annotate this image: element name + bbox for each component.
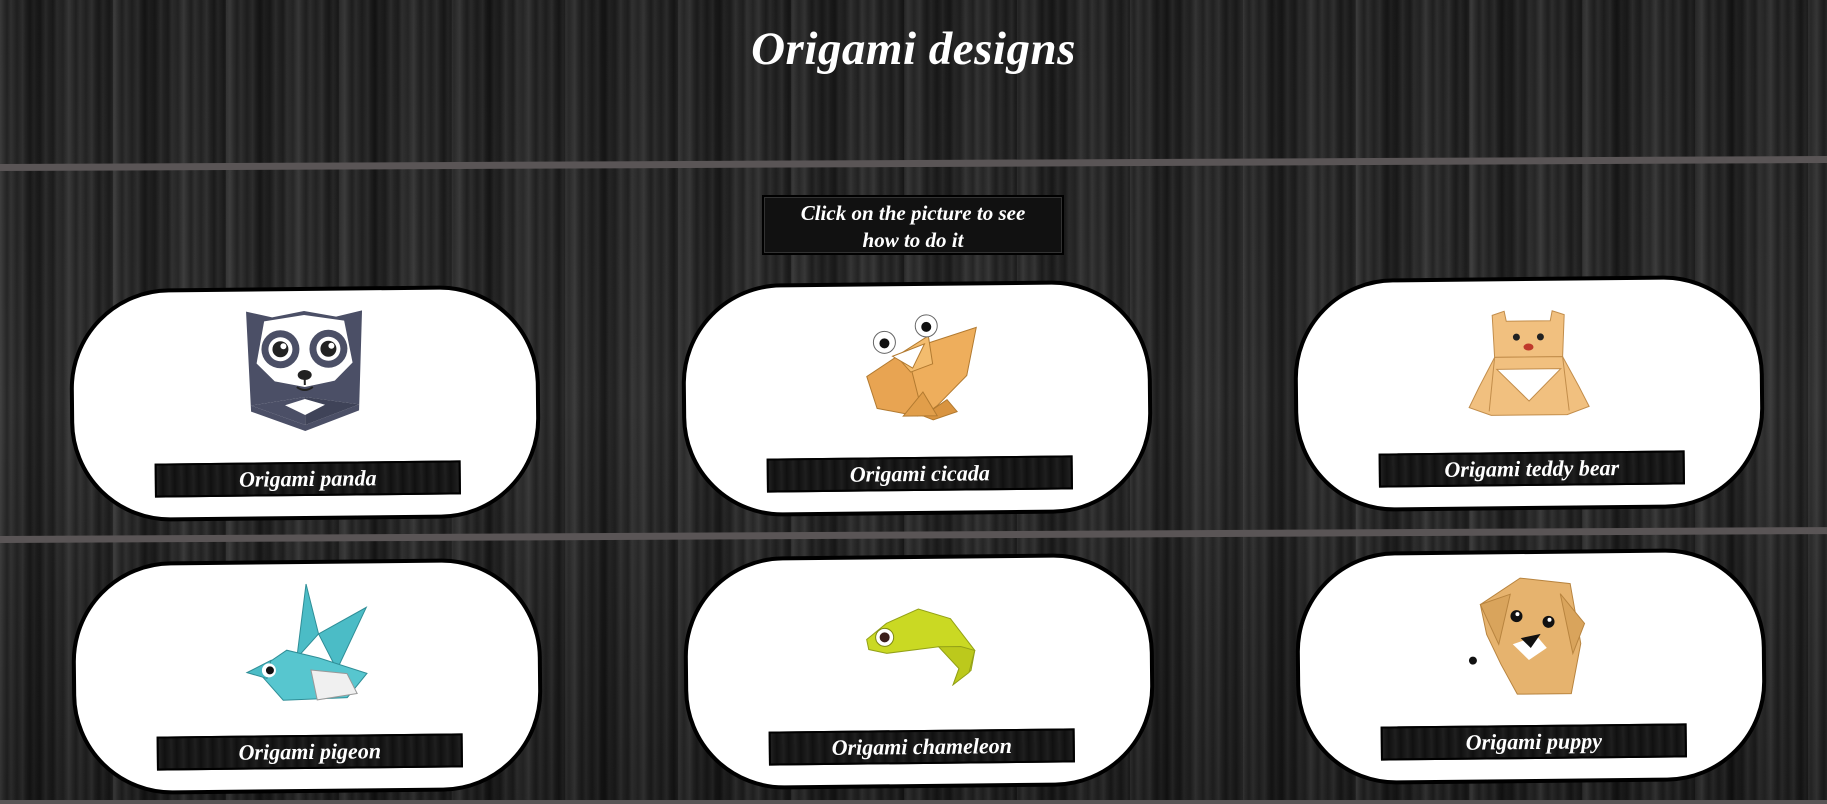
pigeon-icon[interactable] [226,573,387,715]
teddy-bear-icon[interactable] [1448,290,1609,432]
puppy-icon[interactable] [1450,563,1611,705]
card-label[interactable]: Origami pigeon [156,733,463,771]
card-origami-chameleon[interactable]: Origami chameleon [682,552,1156,791]
card-label[interactable]: Origami chameleon [768,728,1075,766]
card-label[interactable]: Origami panda [154,460,461,498]
panda-icon[interactable] [224,300,385,442]
card-label[interactable]: Origami cicada [766,455,1073,493]
instruction-box: Click on the picture to see how to do it [762,195,1064,255]
card-origami-cicada[interactable]: Origami cicada [680,279,1154,518]
divider [0,800,1827,804]
card-origami-puppy[interactable]: Origami puppy [1294,547,1768,786]
instruction-line-1: Click on the picture to see [800,201,1026,225]
card-label[interactable]: Origami puppy [1380,723,1687,761]
card-origami-panda[interactable]: Origami panda [68,284,542,523]
instruction-line-2: how to do it [862,228,964,252]
card-origami-teddy-bear[interactable]: Origami teddy bear [1292,274,1766,513]
card-origami-pigeon[interactable]: Origami pigeon [70,557,544,796]
divider [0,527,1827,543]
card-label[interactable]: Origami teddy bear [1378,450,1685,488]
chameleon-icon[interactable] [838,568,999,710]
cicada-icon[interactable] [836,295,997,437]
page-title: Origami designs [751,23,1076,75]
divider [0,156,1827,171]
